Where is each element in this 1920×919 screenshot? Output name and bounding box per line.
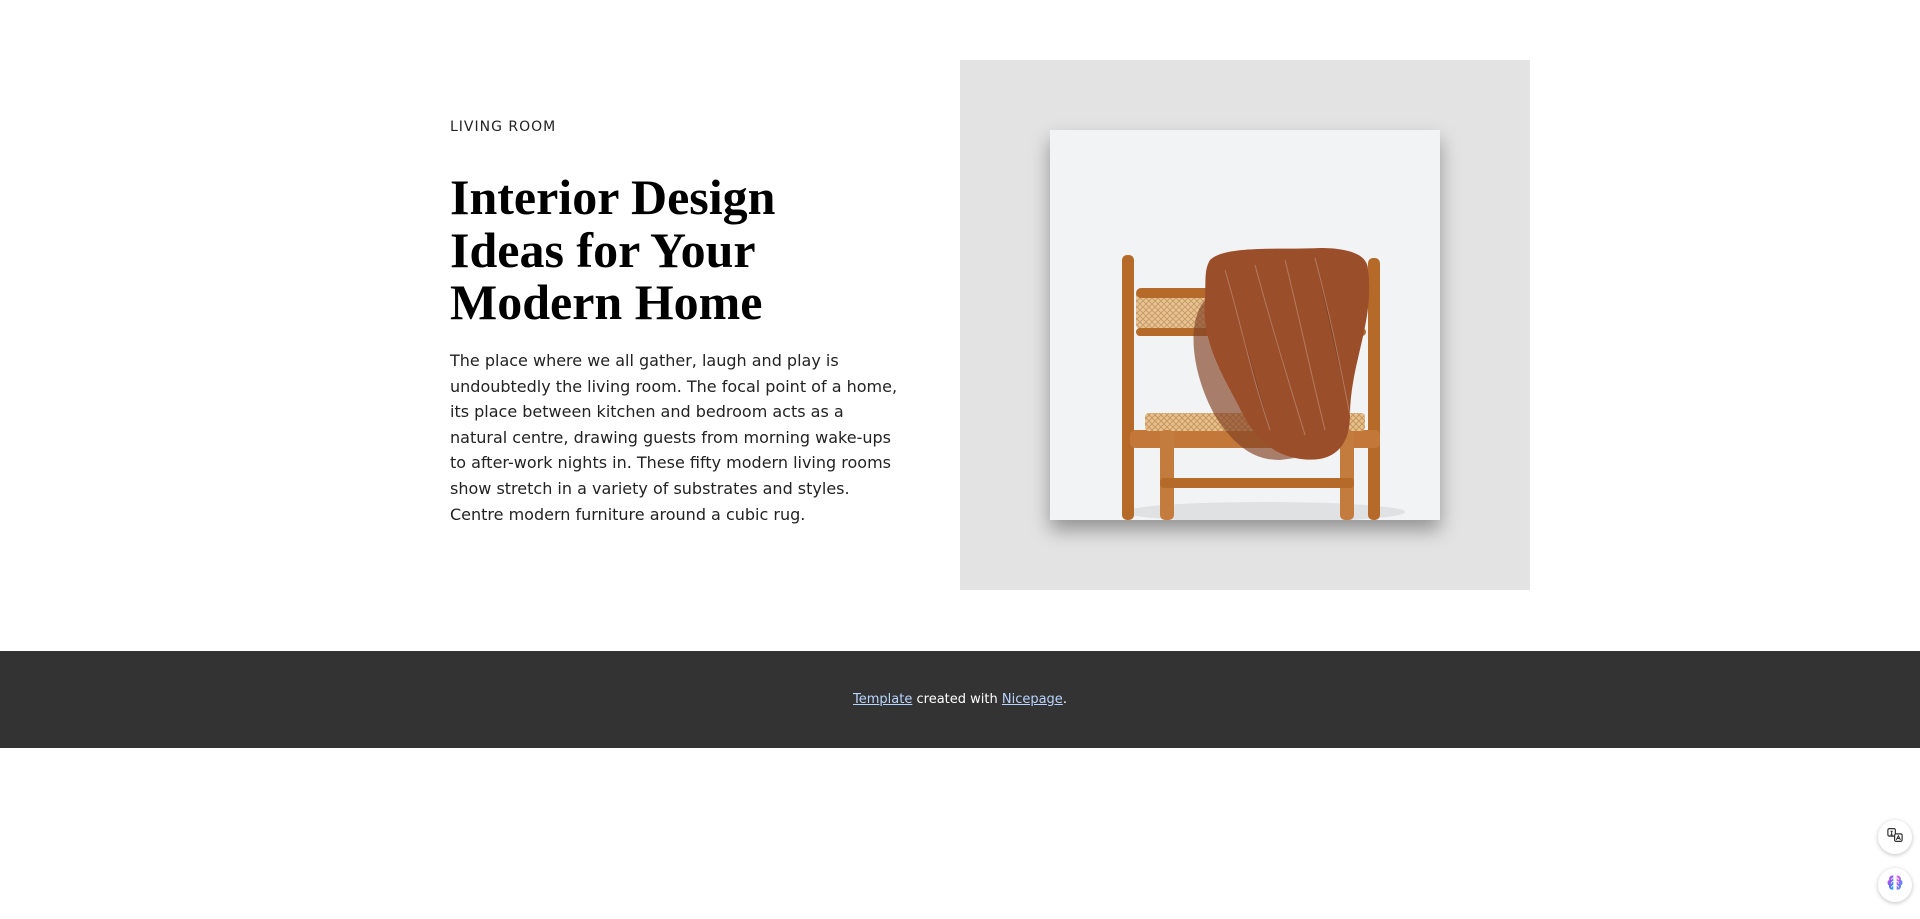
page-title: Interior Design Ideas for Your Modern Ho… bbox=[450, 169, 776, 330]
hero-media-panel bbox=[960, 60, 1530, 590]
hero-section: LIVING ROOM Interior Design Ideas for Yo… bbox=[0, 0, 1920, 650]
footer-nicepage-link[interactable]: Nicepage bbox=[1002, 692, 1063, 707]
site-footer: Template created with Nicepage. bbox=[0, 651, 1920, 748]
footer-template-link[interactable]: Template bbox=[853, 692, 912, 707]
hero-image bbox=[1050, 130, 1440, 520]
translate-button[interactable] bbox=[1878, 820, 1912, 854]
section-kicker: LIVING ROOM bbox=[450, 119, 557, 135]
ai-assistant-button[interactable] bbox=[1878, 868, 1912, 902]
footer-end-text: . bbox=[1062, 692, 1067, 707]
hero-description: The place where we all gather, laugh and… bbox=[450, 351, 898, 524]
brain-icon bbox=[1885, 873, 1905, 897]
translate-icon bbox=[1886, 826, 1904, 848]
footer-text: Template created with Nicepage. bbox=[853, 692, 1067, 707]
footer-mid-text: created with bbox=[912, 692, 1002, 707]
